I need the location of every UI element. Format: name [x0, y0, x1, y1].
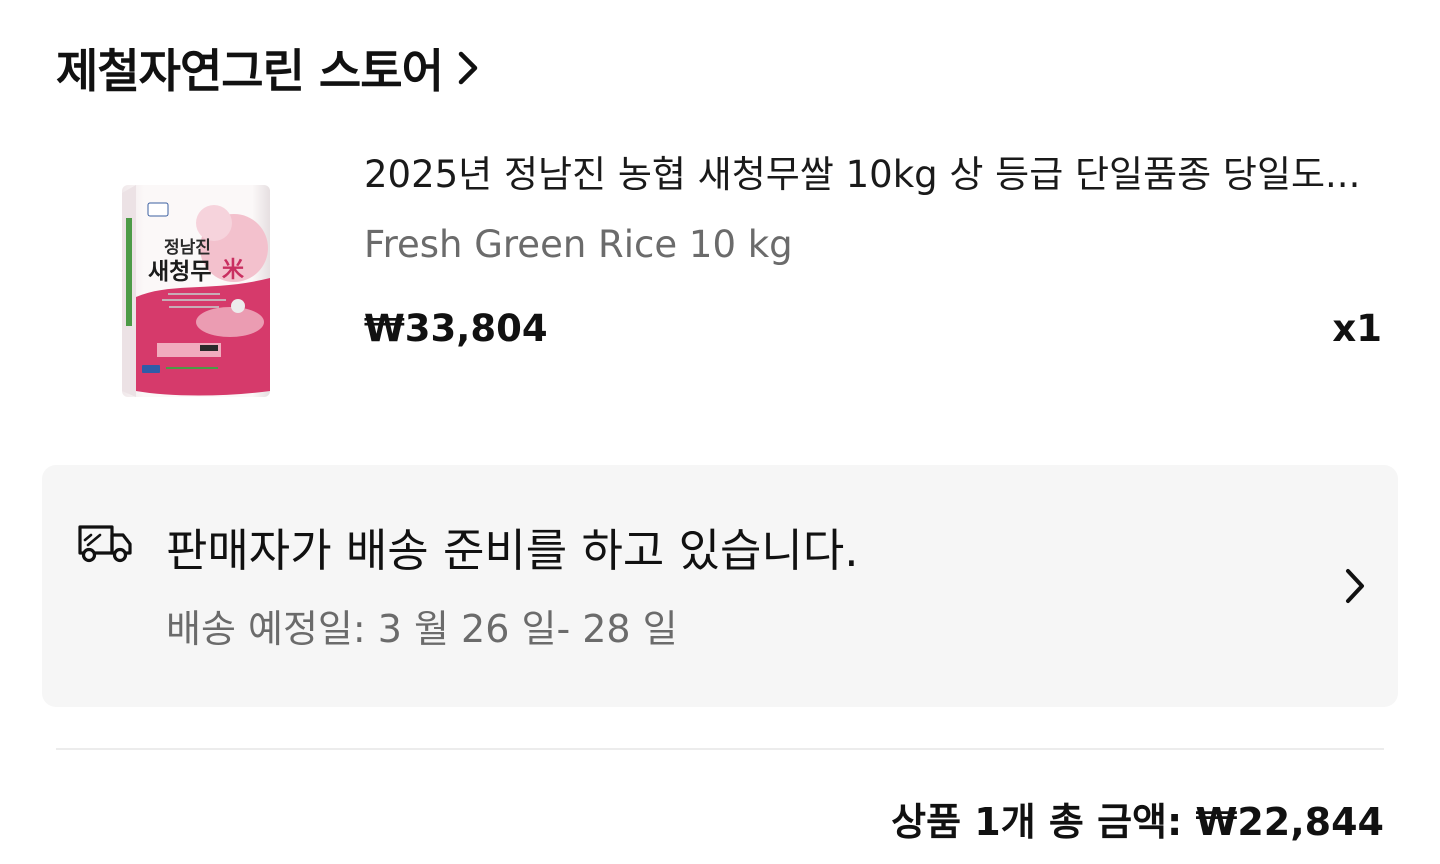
delivery-status-text: 판매자가 배송 준비를 하고 있습니다.: [166, 524, 859, 577]
section-divider: [56, 748, 1384, 750]
package-product-text: 새청무: [148, 259, 211, 285]
package-hanja-text: 米: [222, 258, 245, 283]
chevron-right-icon: [1340, 565, 1370, 607]
delivery-eta-text: 배송 예정일: 3 월 26 일- 28 일: [166, 607, 678, 651]
rice-bag-product-image[interactable]: 정남진 새청무 米: [112, 180, 282, 402]
product-title[interactable]: 2025년 정남진 농협 새청무쌀 10kg 상 등급 단일품종 당일도...: [364, 152, 1384, 198]
order-item[interactable]: 정남진 새청무 米 2025년 정남진 농협 새청무쌀 10kg 상 등급 단일…: [56, 140, 1384, 430]
package-brand-text: 정남진: [164, 238, 211, 258]
product-quantity: x1: [1332, 307, 1382, 350]
product-option: Fresh Green Rice 10 kg: [364, 223, 793, 266]
delivery-status-card[interactable]: 판매자가 배송 준비를 하고 있습니다. 배송 예정일: 3 월 26 일- 2…: [42, 465, 1398, 707]
delivery-truck-icon: [76, 519, 134, 565]
chevron-right-icon: [453, 48, 483, 88]
order-total: 상품 1개 총 금액: ₩22,844: [891, 800, 1384, 844]
product-price: ₩33,804: [364, 307, 548, 350]
store-header-link[interactable]: 제철자연그린 스토어: [56, 36, 483, 100]
store-name: 제철자연그린 스토어: [56, 44, 444, 98]
